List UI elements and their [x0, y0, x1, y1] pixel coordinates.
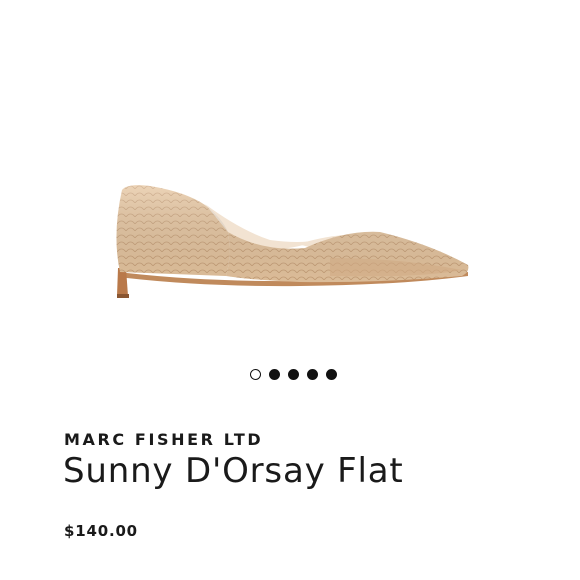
- carousel-dot-1[interactable]: [249, 369, 261, 380]
- image-carousel-indicator: [0, 369, 580, 380]
- carousel-dot-4[interactable]: [306, 369, 318, 380]
- product-image[interactable]: [0, 0, 580, 350]
- brand-name[interactable]: MARC FISHER LTD: [64, 430, 263, 449]
- shoe-illustration: [116, 185, 469, 298]
- product-price: $140.00: [64, 522, 138, 540]
- carousel-dot-2[interactable]: [268, 369, 280, 380]
- carousel-dot-3[interactable]: [287, 369, 299, 380]
- product-title: Sunny D'Orsay Flat: [63, 451, 404, 491]
- carousel-dot-5[interactable]: [325, 369, 337, 380]
